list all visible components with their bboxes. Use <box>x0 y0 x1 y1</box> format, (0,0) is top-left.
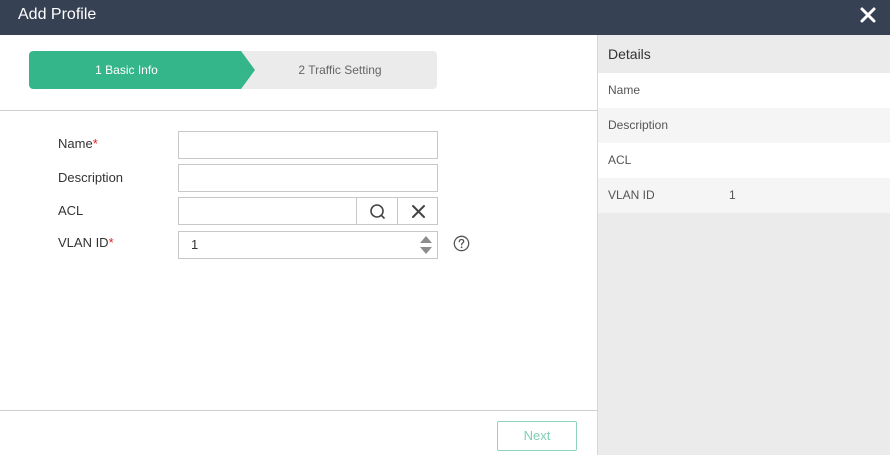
search-icon[interactable] <box>356 198 397 224</box>
acl-input[interactable] <box>179 198 356 224</box>
details-key: Description <box>608 118 669 132</box>
form-panel: 1 Basic Info 2 Traffic Setting Name* Des… <box>0 35 597 455</box>
details-row: Name <box>598 73 890 108</box>
dialog-titlebar: Add Profile <box>0 0 890 35</box>
clear-icon[interactable] <box>397 198 438 224</box>
details-row: Description <box>598 108 890 143</box>
details-key: Name <box>608 83 641 97</box>
name-input[interactable] <box>178 131 438 159</box>
vlan-id-stepper[interactable]: 1 <box>178 231 438 259</box>
step-traffic-setting[interactable]: 2 Traffic Setting <box>255 51 425 89</box>
vlan-id-label: VLAN ID* <box>58 235 114 250</box>
details-row: ACL <box>598 143 890 178</box>
description-label: Description <box>58 170 124 185</box>
details-panel: Details Name Description ACL VLAN ID 1 <box>597 35 890 455</box>
description-input[interactable] <box>178 164 438 192</box>
vlan-id-value[interactable]: 1 <box>191 232 198 258</box>
increment-arrow-icon[interactable] <box>418 233 434 245</box>
details-key: ACL <box>608 153 632 167</box>
divider <box>0 410 597 411</box>
details-key: VLAN ID <box>608 188 655 202</box>
required-mark: * <box>92 136 98 151</box>
details-value: 1 <box>729 188 736 202</box>
decrement-arrow-icon[interactable] <box>418 245 434 257</box>
step-wizard: 1 Basic Info 2 Traffic Setting <box>29 51 437 89</box>
name-label: Name* <box>58 136 98 151</box>
dialog-title: Add Profile <box>18 6 97 23</box>
acl-field <box>178 197 438 225</box>
close-icon[interactable] <box>858 5 878 25</box>
details-row: VLAN ID 1 <box>598 178 890 213</box>
required-mark: * <box>108 235 114 250</box>
details-title: Details <box>598 35 890 73</box>
step-basic-info-label: 1 Basic Info <box>95 63 158 77</box>
help-icon[interactable] <box>453 235 470 252</box>
divider <box>0 110 597 111</box>
acl-label: ACL <box>58 203 84 218</box>
next-button[interactable]: Next <box>497 421 577 451</box>
